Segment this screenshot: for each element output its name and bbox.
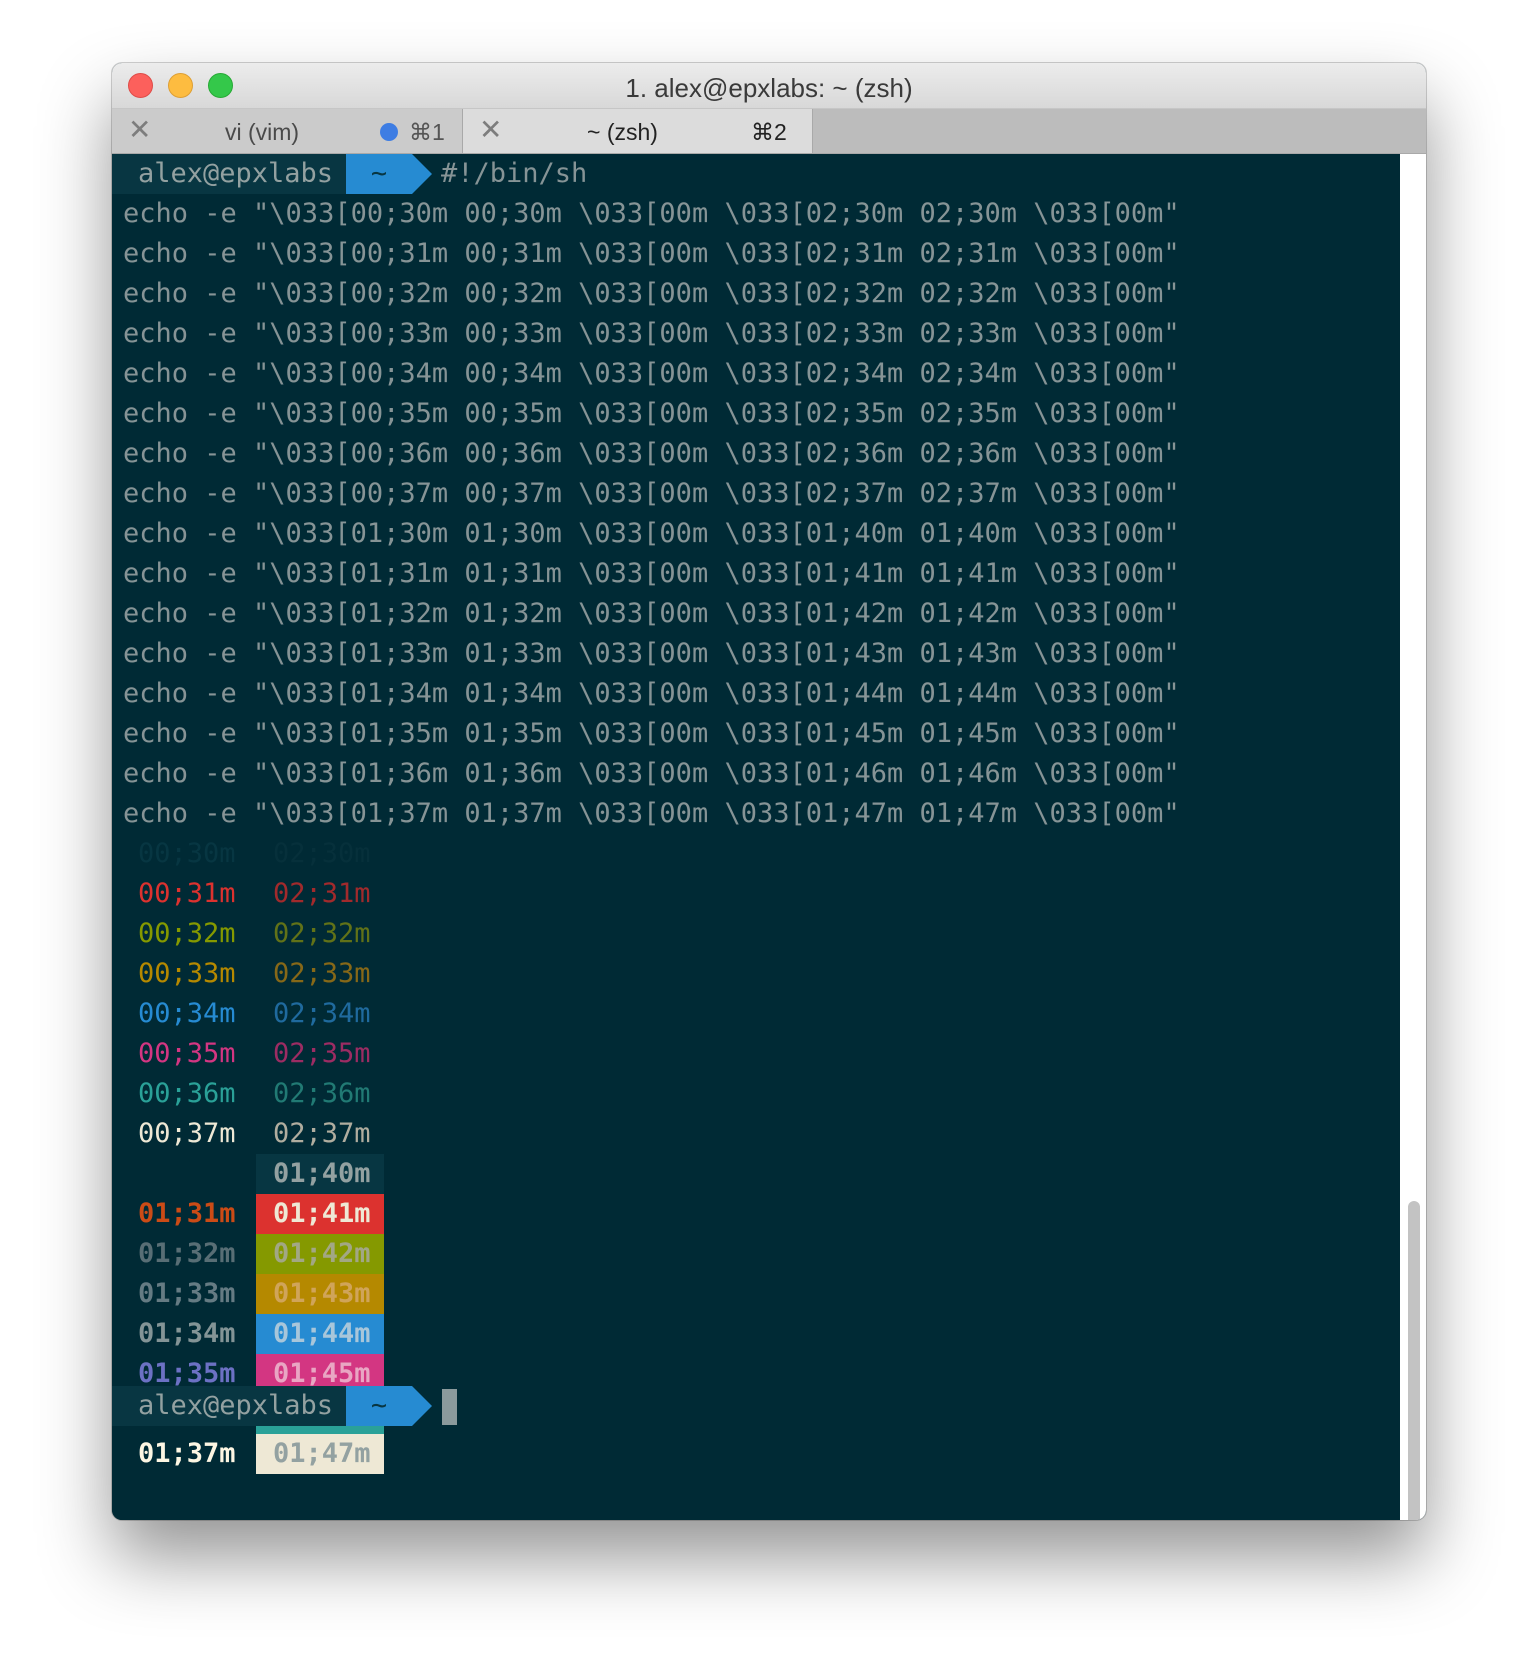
color-sample-normal: 00;30m (138, 838, 236, 869)
color-sample-dim: 02;36m (273, 1078, 371, 1109)
echo-command-line: echo -e "\033[01;31m 01;31m \033[00m \03… (123, 558, 1180, 589)
color-sample-bold: 01;34m (138, 1318, 236, 1349)
prompt-directory: ~ (346, 154, 412, 194)
prompt-arrow-icon (412, 1386, 432, 1426)
color-sample-normal: 00;37m (138, 1118, 236, 1149)
color-sample-background: 01;47m (256, 1434, 384, 1474)
color-sample-dim: 02;34m (273, 998, 371, 1029)
window-title: 1. alex@epxlabs: ~ (zsh) (625, 73, 913, 103)
echo-command-line: echo -e "\033[00;33m 00;33m \033[00m \03… (123, 318, 1180, 349)
terminal-content[interactable]: alex@epxlabs ~ #!/bin/sh echo -e "\033[0… (112, 154, 1426, 1520)
color-sample-background: 01;40m (256, 1154, 384, 1194)
tab-shortcut: ⌘1 (409, 119, 445, 145)
echo-command-line: echo -e "\033[01;37m 01;37m \033[00m \03… (123, 798, 1180, 829)
color-sample-bold: 01;37m (138, 1438, 236, 1469)
tab-label: vi (vim) (225, 119, 300, 145)
tab-bar: ✕ vi (vim) ⌘1 ✕ ~ (zsh) ⌘2 (112, 109, 1426, 154)
color-sample-normal: 00;35m (138, 1038, 236, 1069)
color-sample-bold: 01;32m (138, 1238, 236, 1269)
tab-zsh[interactable]: ✕ ~ (zsh) ⌘2 (463, 109, 813, 153)
prompt-user: alex@epxlabs (112, 154, 346, 194)
color-sample-dim: 02;35m (273, 1038, 371, 1069)
tab-vim[interactable]: ✕ vi (vim) ⌘1 (112, 109, 463, 153)
echo-command-line: echo -e "\033[00;34m 00;34m \033[00m \03… (123, 358, 1180, 389)
echo-command-line: echo -e "\033[00;31m 00;31m \033[00m \03… (123, 238, 1180, 269)
terminal-window: 1. alex@epxlabs: ~ (zsh) ✕ vi (vim) ⌘1 ✕… (112, 63, 1426, 1520)
color-sample-normal: 00;31m (138, 878, 236, 909)
color-sample-bold: 01;33m (138, 1278, 236, 1309)
echo-command-line: echo -e "\033[01;32m 01;32m \033[00m \03… (123, 598, 1180, 629)
prompt-command: #!/bin/sh (441, 158, 588, 189)
prompt-directory: ~ (346, 1386, 412, 1426)
echo-command-line: echo -e "\033[01;34m 01;34m \033[00m \03… (123, 678, 1180, 709)
prompt-user: alex@epxlabs (112, 1386, 346, 1426)
scrollbar-thumb[interactable] (1408, 1201, 1420, 1520)
color-sample-normal: 00;36m (138, 1078, 236, 1109)
prompt-arrow-icon (412, 154, 432, 194)
color-sample-dim: 02;30m (273, 838, 371, 869)
tab-close-icon[interactable]: ✕ (128, 116, 151, 144)
echo-command-line: echo -e "\033[00;37m 00;37m \033[00m \03… (123, 478, 1180, 509)
echo-command-line: echo -e "\033[01;30m 01;30m \033[00m \03… (123, 518, 1180, 549)
color-sample-background: 01;42m (256, 1234, 384, 1274)
color-sample-background: 01;41m (256, 1194, 384, 1234)
echo-command-line: echo -e "\033[01;33m 01;33m \033[00m \03… (123, 638, 1180, 669)
tab-close-icon[interactable]: ✕ (479, 116, 502, 144)
scrollbar[interactable] (1400, 154, 1426, 1520)
echo-command-line: echo -e "\033[01;36m 01;36m \033[00m \03… (123, 758, 1180, 789)
echo-command-line: echo -e "\033[00;32m 00;32m \033[00m \03… (123, 278, 1180, 309)
color-sample-dim: 02;32m (273, 918, 371, 949)
tab-shortcut: ⌘2 (751, 119, 787, 145)
color-sample-bold: 01;31m (138, 1198, 236, 1229)
echo-command-line: echo -e "\033[00;35m 00;35m \033[00m \03… (123, 398, 1180, 429)
activity-dot-icon (380, 123, 398, 141)
echo-command-line: echo -e "\033[00;30m 00;30m \033[00m \03… (123, 198, 1180, 229)
color-sample-background: 01;43m (256, 1274, 384, 1314)
color-sample-dim: 02;37m (273, 1118, 371, 1149)
title-bar[interactable]: 1. alex@epxlabs: ~ (zsh) (112, 63, 1426, 109)
color-sample-normal: 00;33m (138, 958, 236, 989)
color-sample-normal: 00;34m (138, 998, 236, 1029)
echo-command-line: echo -e "\033[01;35m 01;35m \033[00m \03… (123, 718, 1180, 749)
echo-command-line: echo -e "\033[00;36m 00;36m \033[00m \03… (123, 438, 1180, 469)
tab-label: ~ (zsh) (587, 119, 658, 145)
text-cursor (442, 1389, 457, 1425)
color-sample-normal: 00;32m (138, 918, 236, 949)
color-sample-dim: 02;31m (273, 878, 371, 909)
color-sample-background: 01;44m (256, 1314, 384, 1354)
color-sample-dim: 02;33m (273, 958, 371, 989)
